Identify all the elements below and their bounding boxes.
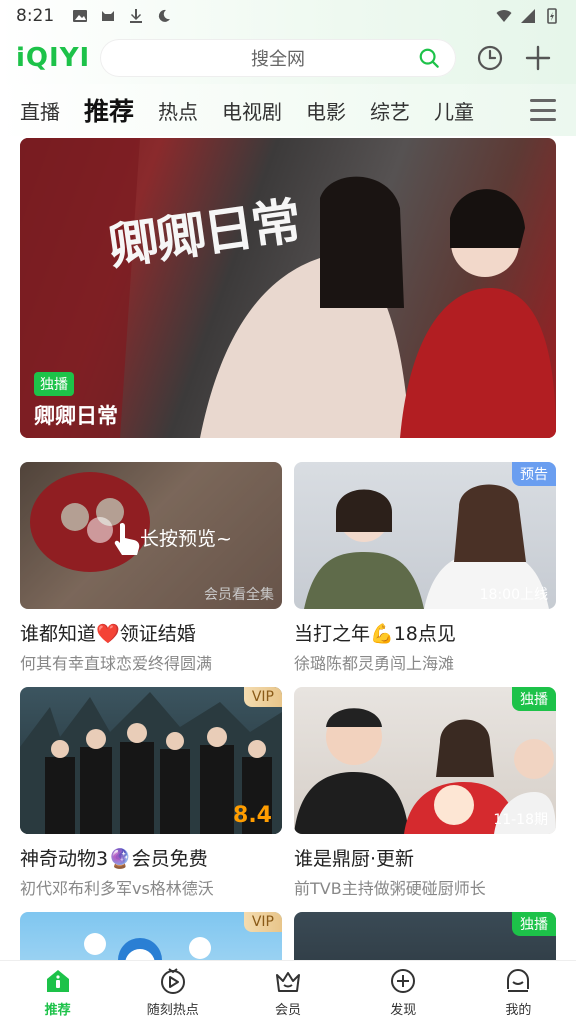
- wifi-icon: [496, 10, 512, 22]
- battery-icon: [547, 8, 557, 24]
- tab-tv-series[interactable]: 电视剧: [222, 96, 282, 125]
- hero-poster-image: [20, 138, 556, 438]
- video-subtitle: 何其有幸直球恋爱终得圆满: [20, 654, 213, 673]
- video-subtitle: 徐璐陈都灵勇闯上海滩: [294, 654, 455, 673]
- trailer-tag: 预告: [512, 462, 556, 486]
- bottom-navigation: 推荐 随刻热点 会员 发现 我的: [0, 960, 576, 1024]
- tab-hot[interactable]: 热点: [158, 96, 198, 125]
- tab-variety[interactable]: 综艺: [370, 96, 410, 125]
- signal-icon: [521, 9, 535, 23]
- tab-recommend[interactable]: 推荐: [84, 92, 134, 128]
- discover-plus-icon: [391, 969, 416, 993]
- title-text: 谁都知道: [20, 623, 97, 645]
- vip-tag: VIP: [243, 687, 282, 707]
- long-press-preview-hint: 长按预览~: [140, 528, 232, 550]
- exclusive-badge: 独播: [34, 372, 74, 396]
- video-subtitle: 初代邓布利多军vs格林德沃: [20, 879, 214, 898]
- nav-recommend[interactable]: 推荐: [0, 961, 115, 1024]
- title-text-suffix: 领证结婚: [119, 623, 196, 645]
- nav-vip[interactable]: 会员: [230, 961, 345, 1024]
- iqiyi-logo[interactable]: iQIYI: [16, 43, 89, 73]
- nav-label: 随刻热点: [146, 1003, 199, 1018]
- download-icon: [130, 9, 143, 23]
- status-notification-icons: [72, 8, 172, 24]
- status-time: 8:21: [16, 6, 55, 26]
- video-thumbnail: 预告 18:00上线: [294, 462, 556, 609]
- category-tabs: 直播 推荐 热点 电视剧 电影 综艺 儿童: [0, 84, 576, 136]
- nav-hot-moments[interactable]: 随刻热点: [115, 961, 230, 1024]
- tab-live[interactable]: 直播: [20, 96, 60, 125]
- image-icon: [73, 10, 88, 22]
- moon-icon: [159, 9, 171, 22]
- video-title: 谁是鼎厨·更新: [294, 848, 415, 870]
- profile-icon: [507, 969, 530, 992]
- nav-label: 发现: [390, 1003, 417, 1018]
- member-full-episodes-label: 会员看全集: [204, 587, 274, 603]
- exclusive-tag: 独播: [512, 912, 556, 936]
- title-text-suffix: 会员免费: [131, 848, 208, 870]
- nav-label: 会员: [275, 1003, 302, 1018]
- cat-icon: [102, 11, 115, 21]
- exclusive-tag: 独播: [512, 687, 556, 711]
- vip-tag: VIP: [243, 912, 282, 932]
- video-card[interactable]: VIP 8.4 神奇动物3🔮会员免费 初代邓布利多军vs格林德沃: [20, 687, 282, 899]
- video-card[interactable]: 预告 18:00上线 当打之年💪18点见 徐璐陈都灵勇闯上海滩: [294, 462, 556, 674]
- nav-discover[interactable]: 发现: [346, 961, 461, 1024]
- flexed-biceps-emoji-icon: 💪: [370, 623, 394, 645]
- hero-banner[interactable]: 卿卿日常 独播 卿卿日常: [20, 138, 556, 438]
- tabs-menu-icon[interactable]: [530, 99, 556, 121]
- home-icon: [46, 970, 69, 992]
- video-thumbnail: 独播 11-18期: [294, 687, 556, 834]
- nav-label: 推荐: [44, 1003, 71, 1018]
- video-title: 当打之年💪18点见: [294, 619, 556, 646]
- title-text: 当打之年: [294, 623, 371, 645]
- video-thumbnail: VIP 8.4: [20, 687, 282, 834]
- video-title: 神奇动物3🔮会员免费: [20, 844, 282, 871]
- heart-emoji-icon: ❤️: [96, 623, 120, 645]
- video-card[interactable]: 独播 11-18期 谁是鼎厨·更新 前TVB主持做粥硬碰厨师长: [294, 687, 556, 899]
- tab-kids[interactable]: 儿童: [434, 96, 474, 125]
- status-bar: 8:21: [0, 0, 576, 32]
- tab-movies[interactable]: 电影: [306, 96, 346, 125]
- video-thumbnail: 长按预览~ 会员看全集: [20, 462, 282, 609]
- play-circle-icon: [160, 968, 185, 994]
- release-time-label: 18:00上线: [479, 587, 548, 603]
- search-bar[interactable]: 搜全网: [100, 39, 456, 77]
- video-card[interactable]: 长按预览~ 会员看全集 谁都知道❤️领证结婚 何其有幸直球恋爱终得圆满: [20, 462, 282, 674]
- crown-icon: [276, 972, 300, 992]
- title-text-suffix: 18点见: [393, 623, 456, 645]
- hand-pointer-icon: [114, 522, 140, 555]
- search-placeholder: 搜全网: [251, 49, 305, 70]
- status-system-icons: [496, 8, 560, 24]
- video-subtitle: 前TVB主持做粥硬碰厨师长: [294, 879, 486, 898]
- title-text: 神奇动物3: [20, 848, 109, 870]
- nav-label: 我的: [505, 1003, 532, 1018]
- rating-score: 8.4: [233, 803, 272, 828]
- add-plus-icon[interactable]: [524, 44, 552, 72]
- hero-title: 卿卿日常: [34, 404, 118, 428]
- episode-range-label: 11-18期: [493, 812, 548, 828]
- search-icon[interactable]: [418, 47, 440, 69]
- nav-profile[interactable]: 我的: [461, 961, 576, 1024]
- video-title: 谁都知道❤️领证结婚: [20, 619, 282, 646]
- app-header: iQIYI 搜全网: [0, 32, 576, 84]
- crystal-ball-emoji-icon: 🔮: [108, 848, 132, 870]
- history-clock-icon[interactable]: [476, 44, 504, 72]
